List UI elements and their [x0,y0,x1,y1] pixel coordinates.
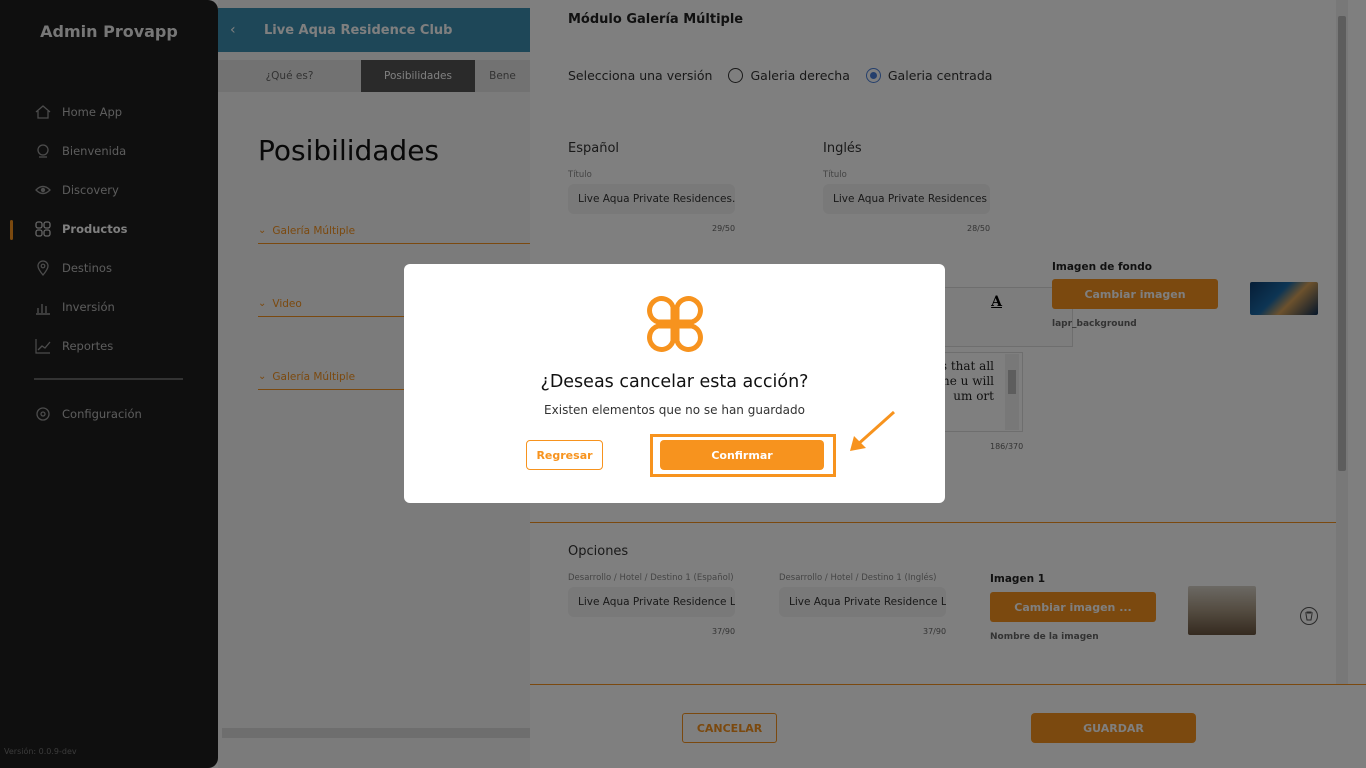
confirm-dialog: ¿Deseas cancelar esta acción? Existen el… [404,264,945,503]
dialog-title: ¿Deseas cancelar esta acción? [540,372,809,392]
back-button[interactable]: Regresar [526,440,603,470]
confirm-highlight: Confirmar [650,434,836,477]
annotation-arrow-icon [850,410,896,451]
clover-logo-icon [647,296,703,352]
confirm-button[interactable]: Confirmar [660,440,824,470]
